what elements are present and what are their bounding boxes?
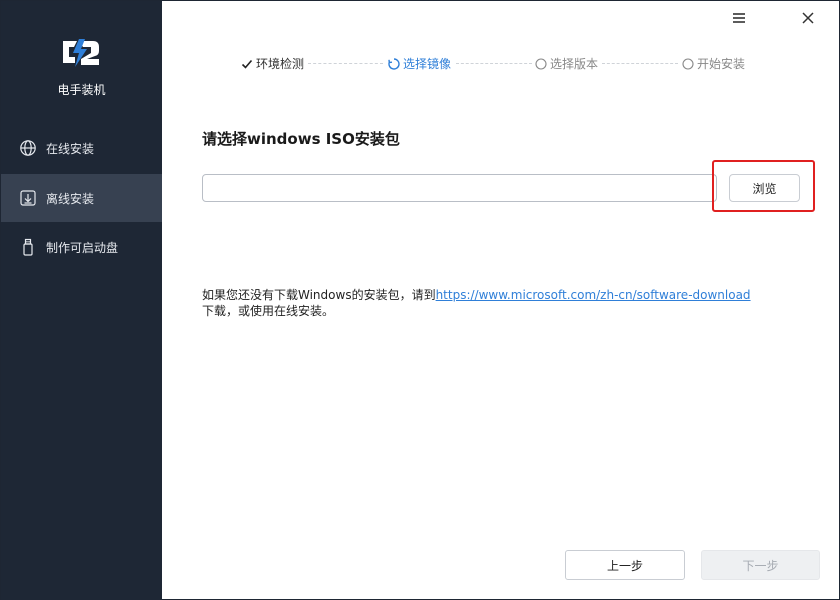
download-box-icon [19, 189, 37, 207]
step-connector [308, 63, 383, 64]
step-connector [456, 63, 532, 64]
page-title: 请选择windows ISO安装包 [202, 130, 400, 148]
sidebar-item-offline-install[interactable]: 离线安装 [1, 174, 162, 222]
next-step-button[interactable]: 下一步 [701, 550, 820, 580]
sidebar-item-online-install[interactable]: 在线安装 [1, 124, 162, 172]
iso-path-input[interactable] [202, 174, 717, 202]
sidebar-item-label: 制作可启动盘 [46, 240, 119, 255]
browse-button[interactable]: 浏览 [729, 174, 800, 202]
empty-circle-icon [534, 57, 548, 71]
sidebar-item-label: 在线安装 [46, 141, 95, 156]
note-prefix: 如果您还没有下载Windows的安装包，请到 [202, 288, 436, 302]
usb-drive-icon [19, 238, 37, 256]
sidebar-item-create-boot-disk[interactable]: 制作可启动盘 [1, 223, 162, 271]
step-label: 选择镜像 [403, 57, 452, 71]
app-logo-icon [59, 37, 103, 69]
empty-circle-icon [681, 57, 695, 71]
step-start-install: 开始安装 [681, 55, 745, 72]
app-name: 电手装机 [57, 83, 106, 97]
step-label: 开始安装 [697, 57, 746, 71]
download-note: 如果您还没有下载Windows的安装包，请到https://www.micros… [202, 287, 762, 319]
step-label: 选择版本 [550, 57, 599, 71]
step-label: 环境检测 [256, 57, 305, 71]
step-connector [602, 63, 678, 64]
step-environment-check: 环境检测 [240, 55, 304, 72]
app-window: 电手装机 在线安装 离线安装 制作可启动盘 环境检测 选择镜像 选择版本 开始安… [0, 0, 840, 600]
step-select-image: 选择镜像 [387, 55, 451, 72]
previous-step-button[interactable]: 上一步 [565, 550, 685, 580]
step-select-version: 选择版本 [534, 55, 598, 72]
loading-spinner-icon [387, 57, 401, 71]
check-icon [240, 57, 254, 71]
close-icon[interactable] [797, 7, 819, 29]
note-suffix: 下载，或使用在线安装。 [202, 304, 335, 318]
sidebar-item-label: 离线安装 [46, 191, 95, 206]
microsoft-download-link[interactable]: https://www.microsoft.com/zh-cn/software… [436, 288, 751, 302]
globe-icon [19, 139, 37, 157]
hamburger-menu-icon[interactable] [728, 7, 750, 29]
sidebar: 电手装机 在线安装 离线安装 制作可启动盘 [1, 1, 162, 600]
